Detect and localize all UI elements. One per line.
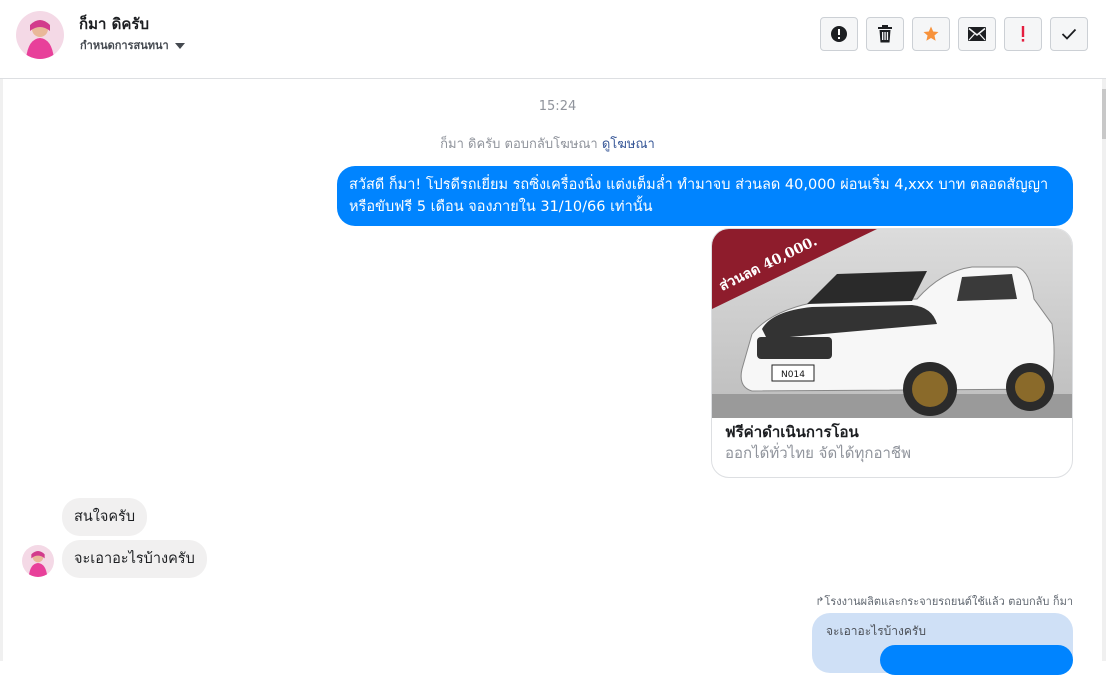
star-button[interactable] [912,17,950,51]
reply-context-note: ↱โรงงานผลิตและกระจายรถยนต์ใช้แล้ว ตอบกลั… [815,592,1073,610]
ad-card[interactable]: ส่วนลด 40,000. N014 ฟรีค่าดำเนินการโอน อ… [711,228,1073,478]
ad-image[interactable]: ส่วนลด 40,000. N014 [712,229,1073,418]
scrollbar-thumb[interactable] [1102,89,1106,139]
outgoing-reply-bubble[interactable] [880,645,1073,675]
thread-scrollbar[interactable] [1102,79,1106,661]
envelope-icon [968,27,986,41]
message-timestamp: 15:24 [538,99,577,114]
caret-down-icon [174,43,185,49]
check-icon [1061,28,1077,40]
conversation-header: ก็มา ดิครับ กำหนดการสนทนา [0,0,1106,79]
ad-reply-note: ก็มา ดิครับ ตอบกลับโฆษณา ดูโฆษณา [0,133,1095,154]
license-plate: N014 [781,370,805,380]
ad-subtitle: ออกได้ทั่วไทย จัดได้ทุกอาชีพ [725,444,911,462]
alert-circle-icon [831,26,847,42]
mark-spam-button[interactable] [820,17,858,51]
conversation-settings-label: กำหนดการสนทนา [80,39,169,52]
important-button[interactable] [1004,17,1042,51]
exclamation-icon [1021,26,1025,42]
sender-avatar[interactable] [22,545,54,577]
view-ad-link[interactable]: ดูโฆษณา [602,137,655,152]
left-panel-edge [0,79,3,661]
incoming-message[interactable]: สนใจครับ [62,498,148,536]
incoming-message[interactable]: จะเอาอะไรบ้างครับ [62,540,207,578]
conversation-settings-dropdown[interactable]: กำหนดการสนทนา [80,36,185,54]
star-icon [923,26,939,41]
ad-reply-note-text: ก็มา ดิครับ ตอบกลับโฆษณา [440,137,598,152]
outgoing-message[interactable]: สวัสดี ก็มา! โปรดีรถเยี่ยม รถซิ่งเครื่อง… [337,166,1073,226]
delete-button[interactable] [866,17,904,51]
trash-icon [878,25,892,43]
mark-unread-button[interactable] [958,17,996,51]
contact-avatar[interactable] [16,11,64,59]
contact-name[interactable]: ก็มา ดิครับ [79,12,149,36]
reply-context-text: โรงงานผลิตและกระจายรถยนต์ใช้แล้ว ตอบกลับ… [824,595,1073,608]
mark-done-button[interactable] [1050,17,1088,51]
conversation-toolbar [820,17,1088,51]
